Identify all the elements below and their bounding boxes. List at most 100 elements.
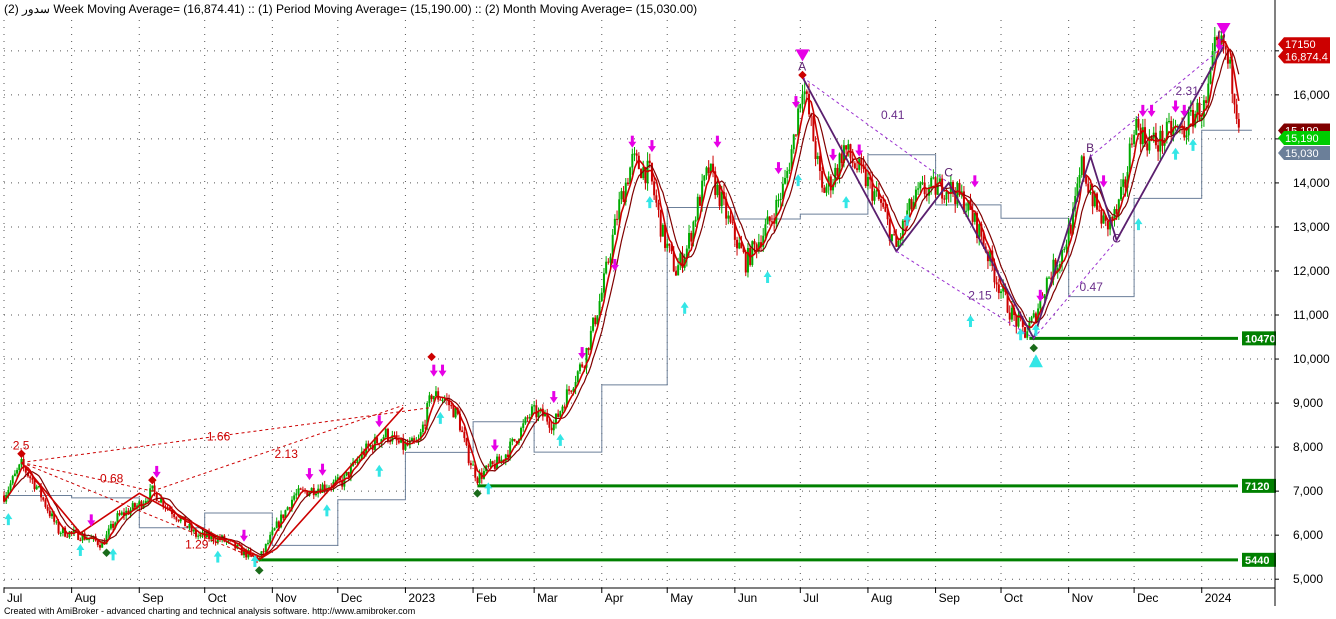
- candle-body: [570, 390, 573, 392]
- candle-body: [921, 182, 924, 184]
- candle-body: [465, 438, 468, 446]
- candle-body: [293, 495, 296, 500]
- candle-body: [919, 182, 922, 189]
- candle-body: [432, 396, 435, 400]
- candle-body: [602, 273, 605, 293]
- candle-body: [653, 181, 656, 196]
- candle-body: [1085, 177, 1088, 184]
- pivot-dot: [473, 489, 482, 498]
- candle-body: [98, 545, 101, 548]
- annotation-label: 2.13: [275, 447, 299, 461]
- sell-arrow-head: [1147, 110, 1156, 117]
- buy-arrow-shaft: [968, 320, 972, 328]
- candle-body: [845, 145, 848, 150]
- candle-body: [1069, 224, 1072, 234]
- pivot-dot: [148, 475, 157, 485]
- chart-grid: [3, 20, 1275, 588]
- candle-body: [1078, 175, 1081, 184]
- support-label: 10470: [1245, 333, 1276, 345]
- candle-body: [884, 206, 887, 212]
- candle-body: [1106, 220, 1109, 230]
- x-tick-label: Dec: [1137, 591, 1158, 605]
- candle-body: [945, 192, 948, 200]
- candle-body: [1146, 143, 1149, 151]
- candle-body: [1189, 110, 1192, 112]
- pattern-annotations: 1.662.130.681.292.50.412.150.472.31ABCCD: [13, 29, 1226, 552]
- candle-body: [816, 156, 819, 160]
- candle-body: [1198, 102, 1201, 121]
- annotation-label: 0.68: [100, 471, 124, 485]
- candle-body: [784, 177, 787, 184]
- candle-body: [794, 134, 797, 136]
- candle-body: [626, 182, 629, 185]
- candle-body: [275, 521, 278, 529]
- candle-body: [866, 176, 869, 187]
- candle-body: [814, 141, 817, 160]
- candle-body: [788, 169, 791, 171]
- candle-body: [434, 391, 437, 397]
- candle-body: [744, 252, 747, 273]
- candle-body: [777, 199, 780, 201]
- candle-body: [657, 202, 660, 210]
- candle-body: [997, 284, 1000, 293]
- candle-body: [454, 408, 457, 418]
- candle-body: [563, 406, 566, 408]
- candle-body: [1128, 143, 1131, 173]
- pivot-dot: [102, 548, 111, 558]
- sell-arrow-shaft: [776, 162, 780, 170]
- candle-body: [607, 261, 610, 263]
- sell-arrow-shaft: [432, 364, 436, 372]
- annotation-label: 1.29: [185, 537, 209, 551]
- candle-body: [801, 94, 804, 105]
- candle-body: [133, 503, 136, 508]
- candle-body: [731, 222, 734, 224]
- y-tick-label: 9,000: [1293, 396, 1323, 410]
- candle-body: [631, 154, 634, 168]
- sell-arrow-head: [375, 421, 384, 428]
- candle-body: [637, 155, 640, 170]
- price-tag-label: 15,190: [1285, 133, 1319, 145]
- candle-body: [1008, 312, 1011, 320]
- candle-body: [578, 364, 581, 372]
- sell-arrow-shaft: [973, 175, 977, 183]
- candle-body: [696, 196, 699, 220]
- x-tick-label: Nov: [275, 591, 296, 605]
- candle-body: [803, 91, 806, 95]
- candle-body: [461, 430, 464, 433]
- sell-arrow-shaft: [1150, 104, 1154, 112]
- candle-body: [823, 187, 826, 193]
- candle-body: [1154, 132, 1157, 146]
- sell-arrow-head: [855, 150, 864, 157]
- candle-body: [727, 215, 730, 219]
- sell-arrow-shaft: [89, 514, 93, 522]
- sell-arrow-shaft: [1102, 175, 1106, 183]
- sell-arrow-head: [438, 370, 447, 377]
- candle-body: [768, 216, 771, 222]
- candle-body: [779, 198, 782, 200]
- buy-arrow-shaft: [683, 306, 687, 314]
- candle-body: [568, 389, 571, 391]
- candle-body: [746, 247, 749, 273]
- candle-body: [698, 196, 701, 206]
- candle-body: [694, 219, 697, 222]
- candle-body: [31, 478, 34, 480]
- sell-arrow-head: [628, 141, 637, 148]
- week-moving-average-line: [3, 39, 1240, 558]
- candle-body: [1168, 121, 1171, 123]
- sell-arrow-head: [647, 146, 656, 153]
- candle-body: [107, 528, 110, 535]
- candle-body: [424, 424, 427, 426]
- candle-body: [112, 523, 115, 528]
- candle-body: [452, 405, 455, 418]
- x-tick-label: Oct: [208, 591, 227, 605]
- sell-arrow-head: [318, 469, 327, 476]
- candle-body: [384, 428, 387, 438]
- y-tick-label: 8,000: [1293, 440, 1323, 454]
- buy-arrow-shaft: [1019, 333, 1023, 341]
- y-tick-label: 6,000: [1293, 528, 1323, 542]
- x-tick-label: Jul: [7, 591, 22, 605]
- sell-arrow-shaft: [1038, 289, 1042, 297]
- annotation-label: 2.15: [968, 289, 992, 303]
- candle-body: [1159, 130, 1162, 152]
- sell-arrow-head: [305, 474, 314, 481]
